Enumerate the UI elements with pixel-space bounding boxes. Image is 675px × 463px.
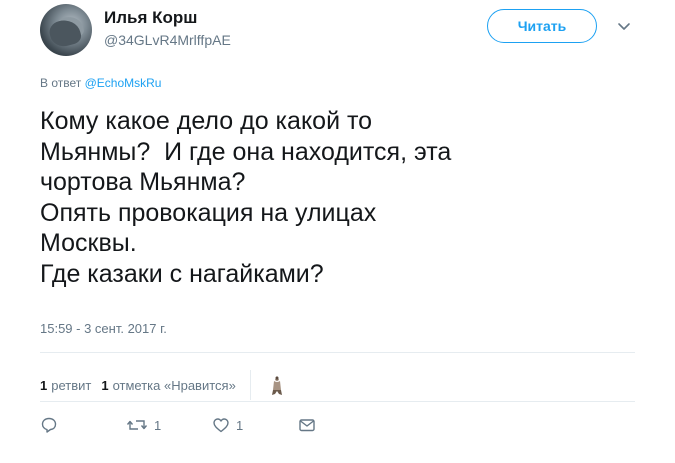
likes-stat[interactable]: 1 отметка «Нравится» — [101, 378, 235, 393]
tweet-line: Москвы. — [40, 229, 137, 257]
message-icon — [298, 416, 316, 434]
divider — [40, 401, 635, 402]
like-icon — [212, 416, 230, 434]
stats-separator — [249, 370, 251, 400]
tweet-text: Кому какое дело до какой то Мьянмы? И гд… — [40, 106, 640, 289]
reply-icon — [40, 416, 58, 434]
tweet-line: Где казаки с нагайками? — [40, 259, 324, 288]
retweet-count: 1 — [154, 417, 162, 433]
retweets-label: ретвит — [51, 377, 92, 393]
action-bar: 1 1 — [40, 416, 316, 434]
like-button[interactable]: 1 — [212, 416, 298, 434]
reply-button[interactable] — [40, 416, 126, 434]
reply-mention-link[interactable]: @EchoMskRu — [85, 76, 162, 90]
likes-count: 1 — [101, 377, 109, 393]
reply-context: В ответ @EchoMskRu — [40, 76, 161, 90]
avatar[interactable] — [40, 4, 92, 56]
tweet-line: чортова Мьянма? — [40, 168, 246, 196]
reply-prefix: В ответ — [40, 76, 82, 90]
retweet-button[interactable]: 1 — [126, 416, 212, 434]
retweets-count: 1 — [40, 377, 48, 393]
user-handle[interactable]: @34GLvR4MrlffpAE — [104, 32, 231, 48]
tweet-line: Мьянмы? И где она находится, эта — [40, 137, 452, 166]
retweets-stat[interactable]: 1 ретвит — [40, 378, 91, 393]
like-count: 1 — [236, 417, 244, 433]
avatar-image — [47, 16, 83, 50]
caret-down-icon[interactable] — [616, 18, 632, 34]
liker-avatar[interactable] — [264, 373, 289, 397]
direct-message-button[interactable] — [298, 416, 316, 434]
display-name[interactable]: Илья Корш — [104, 8, 197, 28]
tweet-line: Опять провокация на улицах — [40, 198, 377, 227]
tweet-line: Кому какое дело до какой то — [40, 107, 373, 135]
tweet-timestamp[interactable]: 15:59 - 3 сент. 2017 г. — [40, 321, 167, 336]
follow-button[interactable]: Читать — [487, 9, 597, 43]
likes-label: отметка «Нравится» — [112, 377, 236, 393]
retweet-icon — [126, 416, 148, 434]
divider — [40, 352, 635, 353]
tweet-stats: 1 ретвит 1 отметка «Нравится» — [40, 370, 289, 400]
